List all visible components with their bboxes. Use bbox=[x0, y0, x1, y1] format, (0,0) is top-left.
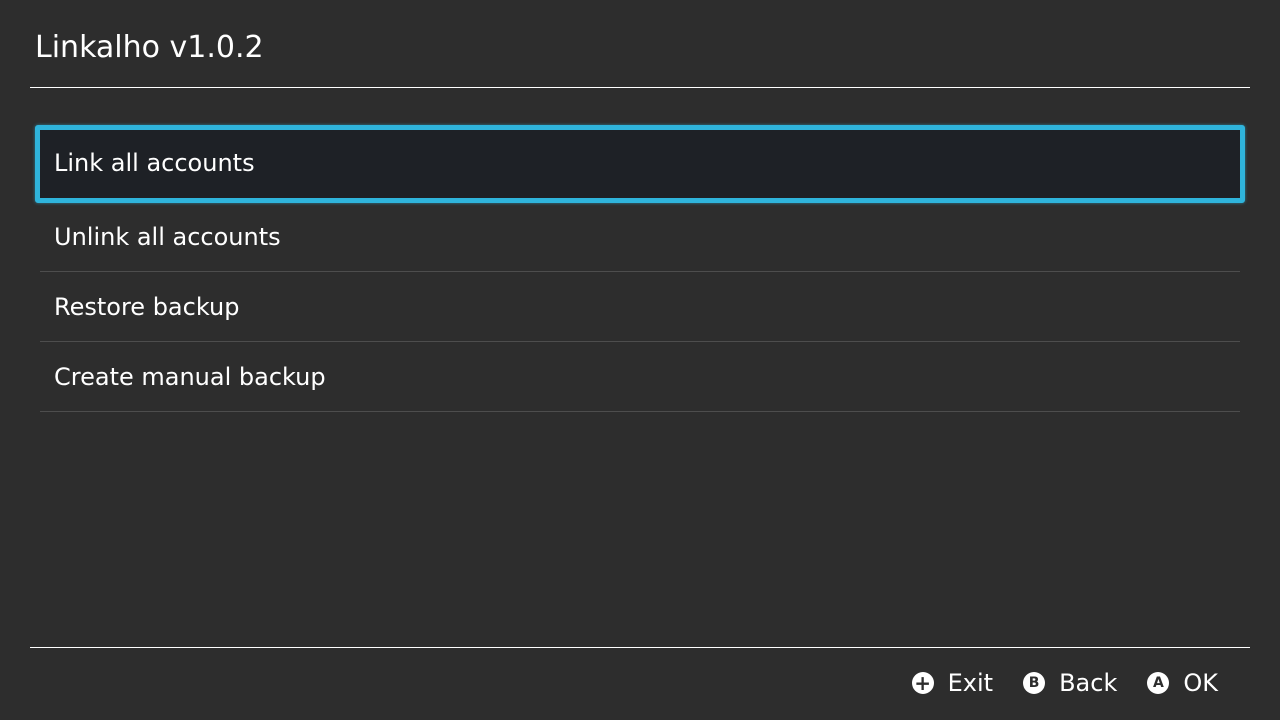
button-hints: + Exit B Back A OK bbox=[911, 664, 1218, 702]
menu-item-label: Unlink all accounts bbox=[54, 223, 281, 251]
footer-divider bbox=[30, 647, 1250, 648]
menu-item-restore-backup[interactable]: Restore backup bbox=[40, 272, 1240, 342]
menu-item-label: Link all accounts bbox=[54, 149, 255, 177]
back-hint-label: Back bbox=[1059, 669, 1118, 697]
menu-item-label: Create manual backup bbox=[54, 363, 326, 391]
menu-item-label: Restore backup bbox=[54, 293, 240, 321]
menu-item-unlink-all-accounts[interactable]: Unlink all accounts bbox=[40, 200, 1240, 272]
page-title: Linkalho v1.0.2 bbox=[35, 30, 264, 65]
header: Linkalho v1.0.2 bbox=[0, 0, 1280, 88]
app-window: Linkalho v1.0.2 Link all accounts Unlink… bbox=[0, 0, 1280, 720]
b-button-icon: B bbox=[1023, 672, 1046, 694]
menu-item-link-all-accounts[interactable]: Link all accounts bbox=[35, 125, 1245, 203]
header-divider bbox=[30, 87, 1250, 88]
a-button-icon: A bbox=[1147, 672, 1170, 694]
plus-button-icon: + bbox=[911, 672, 934, 694]
exit-hint-label: Exit bbox=[947, 669, 994, 697]
ok-hint-label: OK bbox=[1183, 669, 1218, 697]
exit-hint[interactable]: + Exit bbox=[911, 664, 994, 702]
menu-item-create-manual-backup[interactable]: Create manual backup bbox=[40, 342, 1240, 412]
back-hint[interactable]: B Back bbox=[1023, 664, 1117, 702]
main-menu: Link all accounts Unlink all accounts Re… bbox=[35, 125, 1245, 412]
ok-hint[interactable]: A OK bbox=[1147, 664, 1218, 702]
